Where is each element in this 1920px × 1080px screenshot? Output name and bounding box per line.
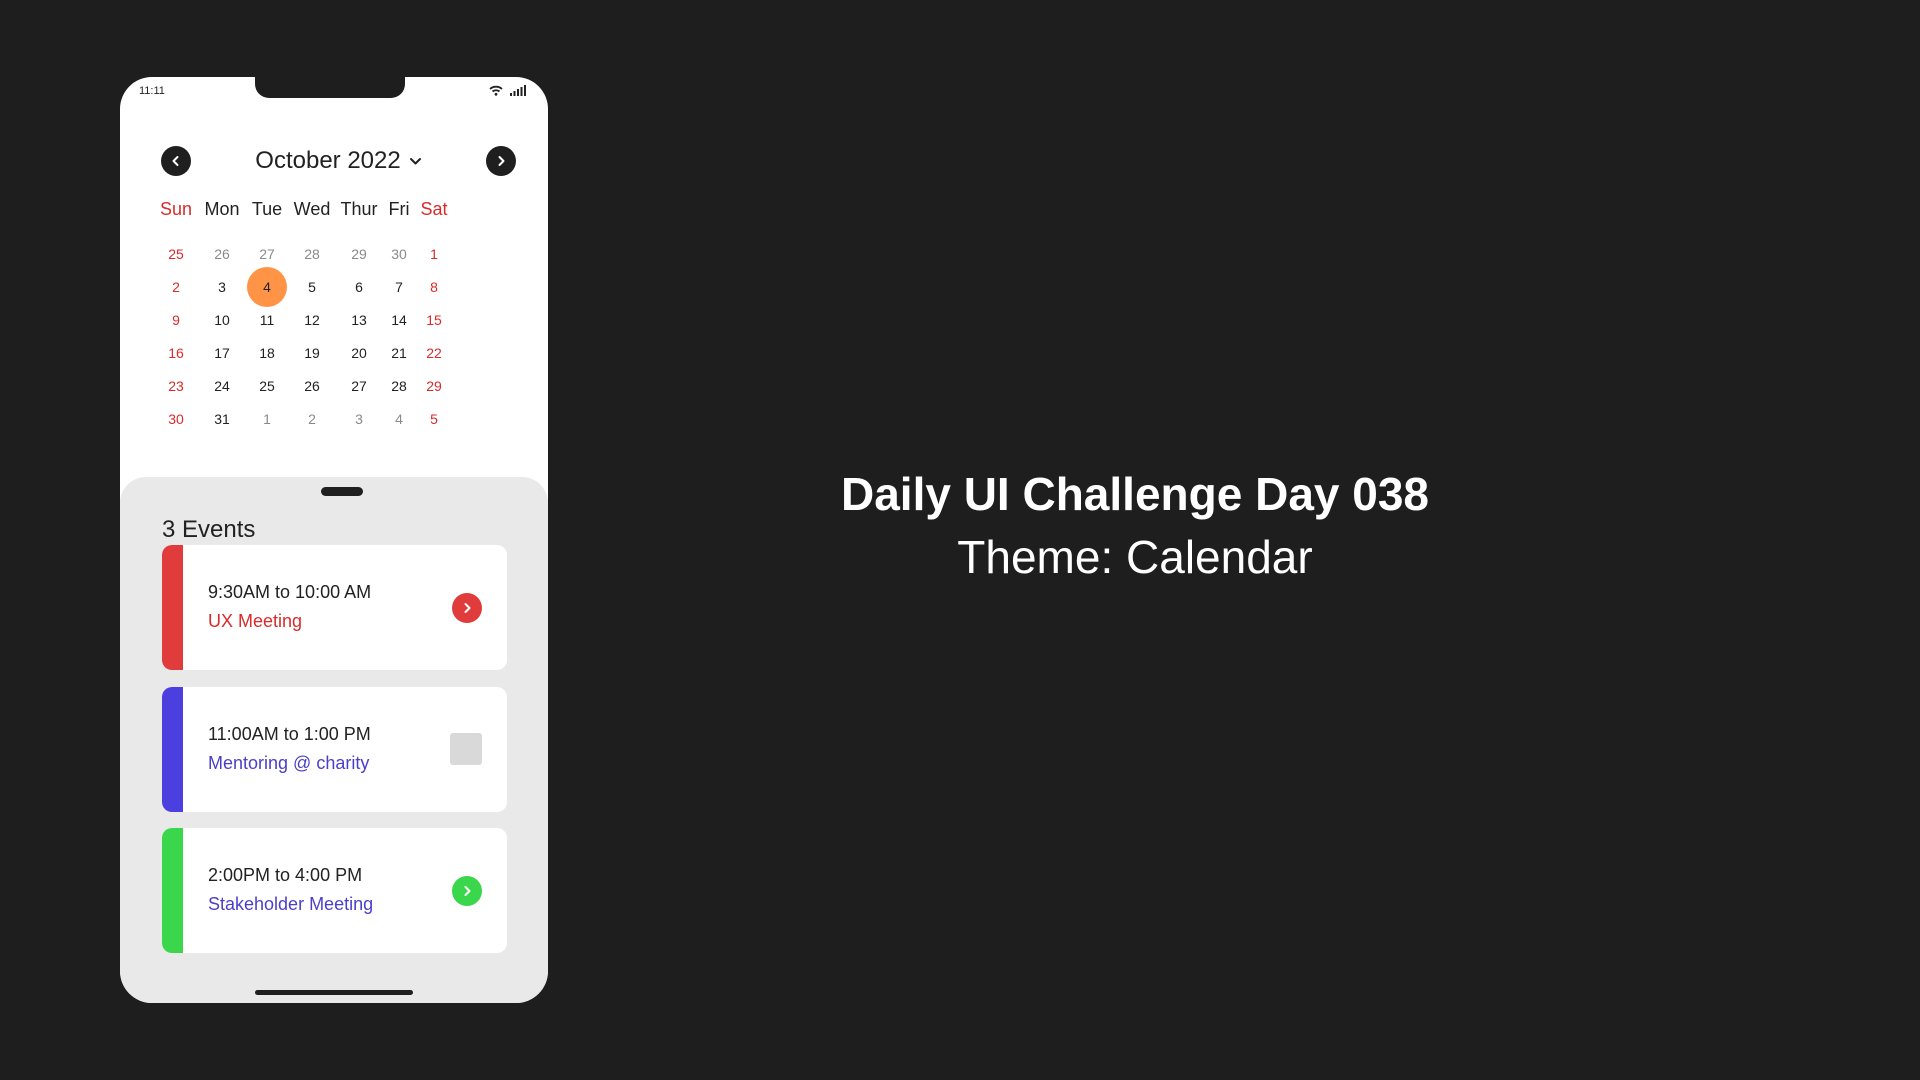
phone-notch [255, 77, 405, 98]
event-color-bar [162, 687, 183, 812]
event-card[interactable]: 11:00AM to 1:00 PM Mentoring @ charity [162, 687, 507, 812]
chevron-right-icon [464, 603, 471, 613]
weekday-label: Wed [293, 199, 331, 219]
calendar-day[interactable]: 5 [414, 399, 454, 439]
calendar-day[interactable]: 3 [339, 399, 379, 439]
calendar-day[interactable]: 4 [379, 399, 419, 439]
weekday-label: Sat [420, 199, 448, 219]
event-color-bar [162, 545, 183, 670]
calendar-day[interactable]: 30 [156, 399, 196, 439]
event-name: Mentoring @ charity [208, 753, 370, 773]
signal-icon [510, 83, 526, 101]
calendar-day[interactable]: 2 [292, 399, 332, 439]
chevron-right-icon [498, 156, 505, 166]
event-time: 9:30AM to 10:00 AM [208, 582, 372, 602]
event-open-button[interactable] [452, 876, 482, 906]
event-open-button[interactable] [452, 593, 482, 623]
headline-subtitle: Theme: Calendar [957, 531, 1313, 583]
chevron-down-icon [409, 158, 421, 165]
month-selector[interactable]: October 2022 [161, 146, 516, 176]
sheet-drag-handle[interactable] [321, 487, 363, 496]
event-card[interactable]: 9:30AM to 10:00 AM UX Meeting [162, 545, 507, 670]
month-label: October 2022 [255, 147, 401, 174]
home-indicator [255, 990, 413, 995]
weekday-label: Mon [204, 199, 240, 219]
wifi-icon [489, 83, 503, 101]
weekday-label: Sun [159, 199, 193, 219]
status-icons [489, 83, 526, 101]
headline-title: Daily UI Challenge Day 038 [840, 468, 1430, 520]
status-time: 11:11 [139, 85, 165, 97]
event-card[interactable]: 2:00PM to 4:00 PM Stakeholder Meeting [162, 828, 507, 953]
calendar-day[interactable]: 1 [247, 399, 287, 439]
event-checkbox[interactable] [450, 733, 482, 765]
event-time: 11:00AM to 1:00 PM [208, 724, 371, 744]
events-count: 3 Events [162, 516, 256, 543]
event-color-bar [162, 828, 183, 953]
weekday-label: Fri [388, 199, 410, 219]
next-month-button[interactable] [486, 146, 516, 176]
events-sheet: 3 Events 9:30AM to 10:00 AM UX Meeting 11:… [120, 477, 548, 1003]
weekday-label: Thur [340, 199, 378, 219]
calendar-header: October 2022 [161, 146, 516, 176]
event-name: Stakeholder Meeting [208, 894, 374, 914]
weekday-row: Sun Mon Tue Wed Thur Fri Sat [151, 199, 517, 223]
headline: Daily UI Challenge Day 038 Theme: Calend… [820, 466, 1450, 592]
weekday-label: Tue [251, 199, 283, 219]
phone-frame: 11:11 October 2022 Sun Mon Tue Wed Thur … [120, 77, 548, 1003]
event-time: 2:00PM to 4:00 PM [208, 865, 363, 885]
event-name: UX Meeting [208, 611, 303, 631]
calendar-day[interactable]: 31 [202, 399, 242, 439]
chevron-right-icon [464, 886, 471, 896]
